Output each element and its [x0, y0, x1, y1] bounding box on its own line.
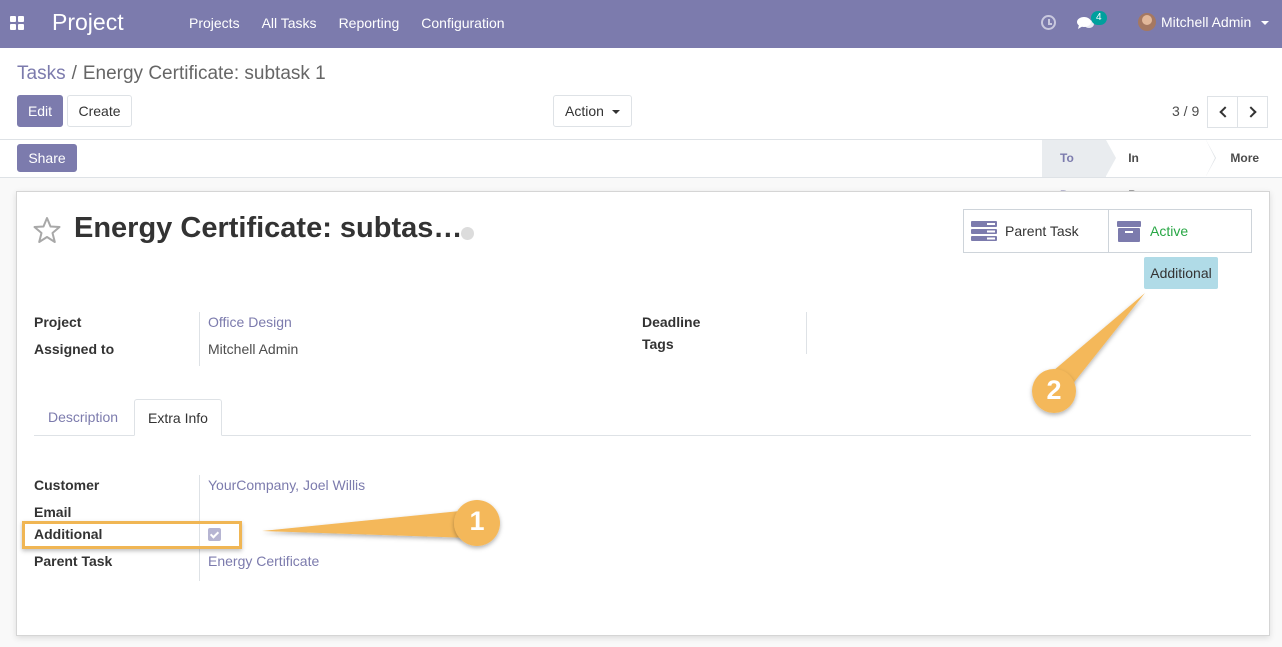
breadcrumb-current: Energy Certificate: subtask 1 — [82, 63, 326, 84]
action-label: Action — [565, 103, 604, 119]
divider — [1108, 210, 1109, 252]
pager-value[interactable]: 3 / 9 — [1172, 103, 1199, 119]
pager-previous-button[interactable] — [1207, 96, 1238, 128]
archive-box-icon — [1117, 221, 1141, 242]
action-dropdown[interactable]: Action — [553, 95, 632, 127]
active-toggle-button[interactable]: Active — [1116, 210, 1252, 252]
parent-task-label: Parent Task — [1005, 223, 1079, 239]
stage-more-dropdown[interactable]: More — [1206, 140, 1282, 198]
customer-value[interactable]: YourCompany, Joel Willis — [208, 477, 365, 493]
parent-task-value[interactable]: Energy Certificate — [208, 553, 319, 569]
chevron-left-icon — [1219, 106, 1231, 118]
tasks-list-icon — [971, 221, 997, 241]
breadcrumb-tasks[interactable]: Tasks — [17, 63, 66, 84]
stage-more-label: More — [1230, 151, 1260, 165]
user-menu-caret-icon[interactable] — [1261, 21, 1269, 25]
tab-extra-info[interactable]: Extra Info — [134, 399, 222, 436]
menu-configuration[interactable]: Configuration — [410, 0, 515, 48]
star-icon[interactable] — [33, 216, 61, 244]
annotation-number-1: 1 — [469, 506, 485, 536]
kanban-state-icon[interactable] — [461, 227, 474, 240]
parent-task-label: Parent Task — [34, 553, 113, 569]
email-label: Email — [34, 504, 72, 520]
additional-ribbon-badge: Additional — [1144, 257, 1218, 289]
project-label: Project — [34, 314, 82, 330]
main-menu: Projects All Tasks Reporting Configurati… — [178, 0, 516, 48]
chevron-down-icon — [611, 110, 620, 115]
create-button[interactable]: Create — [67, 95, 132, 127]
menu-reporting[interactable]: Reporting — [328, 0, 411, 48]
task-title[interactable]: Energy Certificate: subtas… — [74, 212, 462, 245]
stage-statusbar: To Do In Progress More — [1042, 140, 1282, 202]
assigned-to-label: Assigned to — [34, 341, 115, 357]
edit-button[interactable]: Edit — [17, 95, 63, 127]
project-value[interactable]: Office Design — [208, 314, 292, 330]
chat-count-badge: 4 — [1091, 11, 1107, 25]
deadline-label: Deadline — [642, 314, 701, 330]
user-name[interactable]: Mitchell Admin — [1161, 14, 1251, 30]
smart-buttons-box: Parent Task Active — [963, 209, 1252, 253]
assigned-to-value[interactable]: Mitchell Admin — [208, 341, 298, 357]
parent-task-button[interactable]: Parent Task — [970, 210, 1108, 252]
app-title[interactable]: Project — [52, 9, 124, 36]
annotation-highlight-box — [22, 521, 242, 549]
active-label: Active — [1150, 223, 1189, 239]
chevron-right-icon — [1245, 106, 1257, 118]
top-navbar: Project Projects All Tasks Reporting Con… — [0, 0, 1282, 48]
pager-next-button[interactable] — [1237, 96, 1268, 128]
menu-projects[interactable]: Projects — [178, 0, 251, 48]
divider — [199, 312, 200, 366]
customer-label: Customer — [34, 477, 100, 493]
tags-label: Tags — [642, 336, 674, 352]
stage-todo[interactable]: To Do — [1042, 140, 1117, 202]
breadcrumb: Tasks / Energy Certificate: subtask 1 — [17, 63, 326, 85]
menu-all-tasks[interactable]: All Tasks — [251, 0, 328, 48]
activity-clock-icon[interactable] — [1041, 15, 1056, 30]
user-avatar[interactable] — [1138, 13, 1156, 31]
annotation-number-2: 2 — [1046, 375, 1062, 405]
breadcrumb-separator: / — [71, 63, 77, 84]
divider — [806, 312, 807, 354]
stage-in-progress[interactable]: In Progress — [1106, 140, 1217, 202]
divider — [0, 177, 1282, 178]
share-button[interactable]: Share — [17, 144, 77, 172]
apps-grid-icon[interactable] — [10, 16, 24, 30]
tab-description[interactable]: Description — [35, 399, 131, 436]
